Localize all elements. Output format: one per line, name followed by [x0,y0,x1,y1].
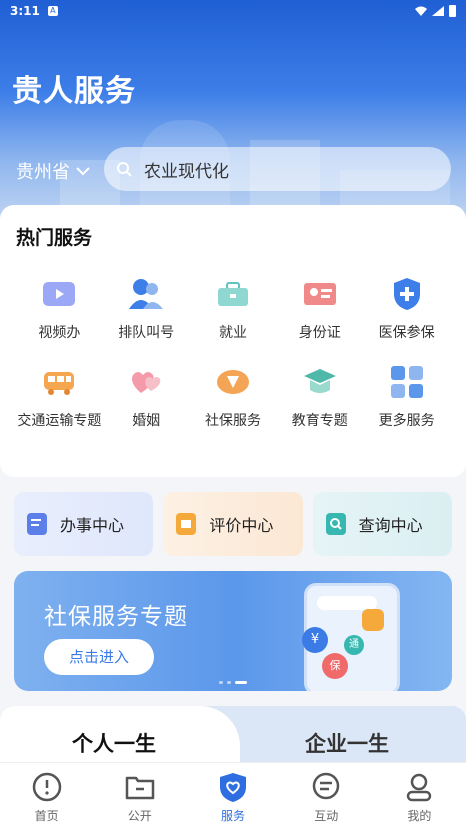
centers-row: 办事中心 评价中心 查询中心 [14,492,452,556]
briefcase-icon [214,275,252,313]
service-label: 医保参保 [378,325,435,341]
center-query[interactable]: 查询中心 [312,492,452,556]
nav-mine[interactable]: 我的 [373,763,466,830]
service-label: 教育专题 [291,413,348,429]
nav-service[interactable]: 服务 [186,763,279,830]
banner-title: 社保服务专题 [44,604,188,630]
hearts-icon [127,363,165,401]
folder-icon [125,776,155,800]
service-label: 排队叫号 [118,325,175,341]
tab-personal[interactable]: 个人一生 [72,728,156,758]
search-bar[interactable] [104,147,451,191]
nav-label: 互动 [314,809,339,823]
service-item-transport[interactable]: 交通运输专题 [16,363,103,431]
bottom-nav: 首页 公开 服务 互动 我的 [0,762,466,830]
hot-services-grid: 视频办 排队叫号 就业 身份证 医保参保 交通运输专题 婚姻 社保服务 教育专题… [16,275,450,431]
service-label: 更多服务 [378,413,435,429]
region-selector[interactable]: 贵州省 [16,158,90,184]
service-item-social-security[interactable]: 社保服务 [190,363,277,431]
hot-services-card: 热门服务 视频办 排队叫号 就业 身份证 医保参保 交通运输专题 婚姻 社保服务… [0,205,466,477]
service-label: 身份证 [298,325,341,341]
social-security-icon [214,363,252,401]
service-label: 婚姻 [132,413,161,429]
service-item-employment[interactable]: 就业 [190,275,277,343]
rating-icon [176,513,197,535]
nav-public[interactable]: 公开 [93,763,186,830]
battery-icon [449,5,456,17]
service-label: 就业 [218,325,247,341]
coin-tong-badge: 通 [344,635,364,655]
signal-icon [432,6,444,16]
id-card-icon [301,275,339,313]
search-icon [117,162,132,177]
service-label: 社保服务 [204,413,261,429]
nav-interact[interactable]: 互动 [280,763,373,830]
service-item-queue[interactable]: 排队叫号 [103,275,190,343]
graduation-cap-icon [301,363,339,401]
grid-more-icon [388,363,426,401]
life-tabs: 个人一生 企业一生 [0,706,466,766]
status-time: 3:11 [10,4,40,18]
region-label: 贵州省 [16,162,70,183]
center-label: 查询中心 [358,516,423,535]
service-item-id-card[interactable]: 身份证 [276,275,363,343]
service-item-education[interactable]: 教育专题 [276,363,363,431]
nav-label: 公开 [127,809,152,823]
page-title: 贵人服务 [12,74,136,109]
notification-badge: A [47,6,58,16]
hot-services-title: 热门服务 [16,227,93,249]
center-label: 办事中心 [60,516,125,535]
search-doc-icon [325,513,346,535]
nav-label: 我的 [407,809,432,823]
service-heart-icon [220,773,246,802]
carousel-dot[interactable] [227,681,231,684]
chat-icon [312,772,340,800]
social-security-banner[interactable]: 社保服务专题 点击进入 ¥ 保 通 [14,571,452,691]
center-rating[interactable]: 评价中心 [163,492,303,556]
user-icon [407,773,432,802]
nav-label: 首页 [34,809,59,823]
enter-button[interactable]: 点击进入 [44,639,154,675]
coin-bao-badge: 保 [322,653,348,679]
service-item-medical[interactable]: 医保参保 [363,275,450,343]
carousel-dots [219,681,247,684]
chevron-down-icon [76,167,90,176]
center-affairs[interactable]: 办事中心 [14,492,154,556]
nav-label: 服务 [221,809,246,823]
phone-search-bar [317,596,377,610]
home-icon [32,772,61,802]
service-item-video[interactable]: 视频办 [16,275,103,343]
service-label: 交通运输专题 [17,413,102,429]
queue-icon [127,275,165,313]
video-icon [40,275,78,313]
medical-shield-icon [388,275,426,313]
document-edit-icon [27,513,47,535]
service-label: 视频办 [38,325,81,341]
search-input[interactable] [144,159,424,179]
carousel-dot[interactable] [219,681,223,684]
coin-orange-badge [362,609,384,631]
service-item-marriage[interactable]: 婚姻 [103,363,190,431]
service-item-more[interactable]: 更多服务 [363,363,450,431]
tab-enterprise[interactable]: 企业一生 [305,728,389,758]
nav-home[interactable]: 首页 [0,763,93,830]
coin-yuan-badge: ¥ [302,627,328,653]
carousel-dot-active[interactable] [235,681,247,684]
status-bar: 3:11 A [0,0,466,22]
bus-icon [40,363,78,401]
header-hero: 3:11 A 贵人服务 贵州省 [0,0,466,230]
center-label: 评价中心 [209,516,274,535]
wifi-icon [415,6,427,16]
